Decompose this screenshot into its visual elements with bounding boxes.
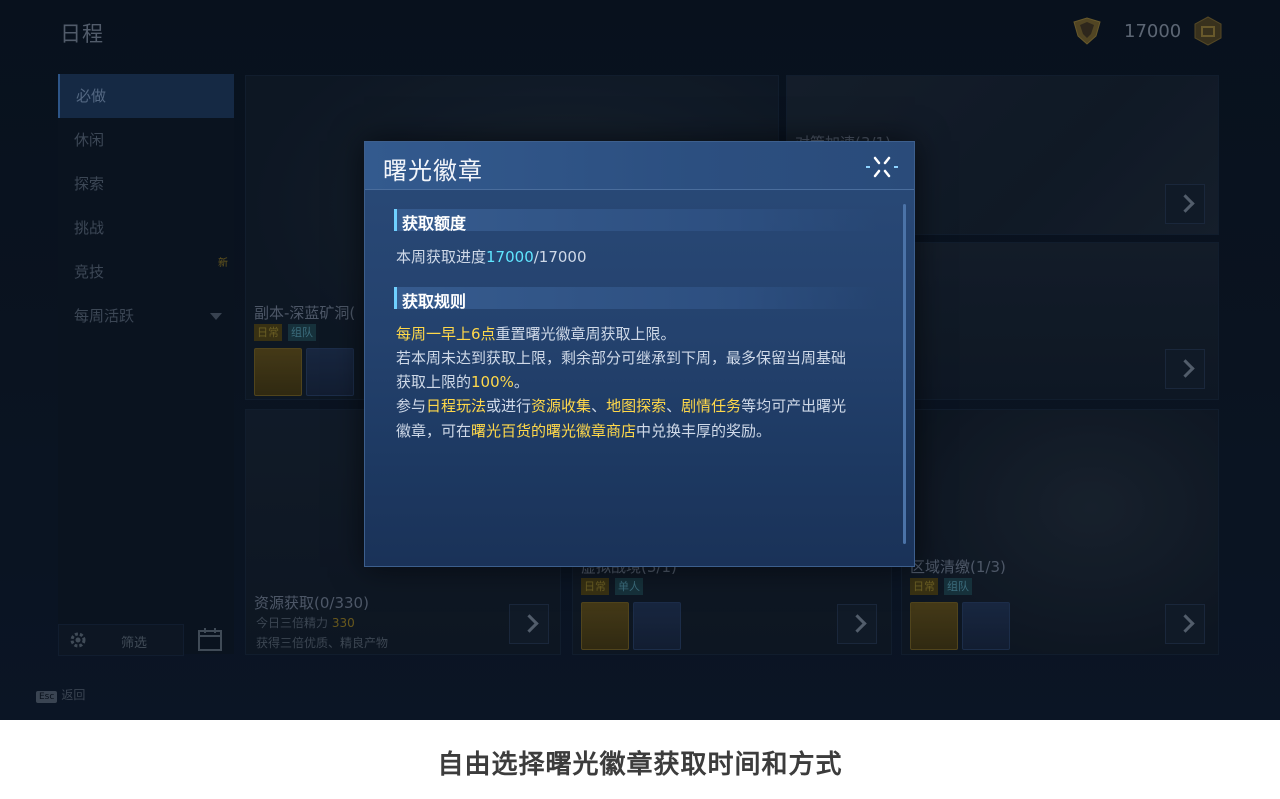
- rule-text: 或进行: [486, 397, 532, 415]
- game-screen: 日程 17000 必做 休闲 探索 挑战 竞技 新 每周活跃 筛选 副本-深蓝矿…: [0, 0, 1280, 720]
- rule-highlight: 剧情任务: [681, 397, 742, 415]
- close-icon[interactable]: [865, 154, 899, 180]
- rule-text: 重置曙光徽章周获取上限。: [495, 325, 676, 343]
- rule-highlight: 资源收集: [531, 397, 592, 415]
- dialog-header: 曙光徽章: [365, 142, 914, 190]
- progress-label: 本周获取进度: [396, 248, 487, 266]
- rule-line-1: 每周一早上6点重置曙光徽章周获取上限。: [396, 323, 676, 344]
- rule-text: 、: [591, 397, 607, 415]
- rule-line-2: 若本周未达到获取上限，剩余部分可继承到下周，最多保留当周基础: [396, 349, 847, 367]
- rule-text: 参与: [396, 397, 427, 415]
- rule-line-5: 徽章，可在曙光百货的曙光徽章商店中兑换丰厚的奖励。: [396, 420, 771, 441]
- section-rules-header: 获取规则: [394, 287, 878, 311]
- section-rules-title: 获取规则: [402, 292, 467, 311]
- weekly-progress: 本周获取进度17000/17000: [396, 246, 587, 267]
- rule-highlight: 每周一早上6点: [396, 325, 496, 343]
- caption-banner: 自由选择曙光徽章获取时间和方式: [0, 720, 1280, 799]
- dialog-title: 曙光徽章: [383, 157, 483, 185]
- rule-highlight: 曙光百货的曙光徽章商店: [471, 422, 637, 440]
- rule-text: 、: [666, 397, 682, 415]
- rule-line-4: 参与日程玩法或进行资源收集、地图探索、剧情任务等均可产出曙光: [396, 395, 846, 416]
- rule-text: 。: [513, 373, 529, 391]
- section-quota-title: 获取额度: [402, 214, 467, 233]
- rule-highlight: 100%: [471, 373, 514, 391]
- rule-text: 中兑换丰厚的奖励。: [636, 422, 772, 440]
- rule-text: 等均可产出曙光: [741, 397, 847, 415]
- section-quota-header: 获取额度: [394, 209, 878, 233]
- rule-highlight: 日程玩法: [426, 397, 487, 415]
- caption-text: 自由选择曙光徽章获取时间和方式: [437, 750, 843, 780]
- rule-text: 徽章，可在: [396, 422, 472, 440]
- progress-current: 17000: [486, 248, 534, 266]
- progress-total: /17000: [533, 248, 587, 266]
- rule-text: 获取上限的: [396, 373, 472, 391]
- rule-highlight: 地图探索: [606, 397, 667, 415]
- badge-info-dialog: 曙光徽章 获取额度 本周获取进度17000/17000 获取规则 每周一早上6点…: [364, 141, 915, 567]
- dialog-scrollbar[interactable]: [903, 204, 906, 544]
- rule-line-3: 获取上限的100%。: [396, 371, 529, 392]
